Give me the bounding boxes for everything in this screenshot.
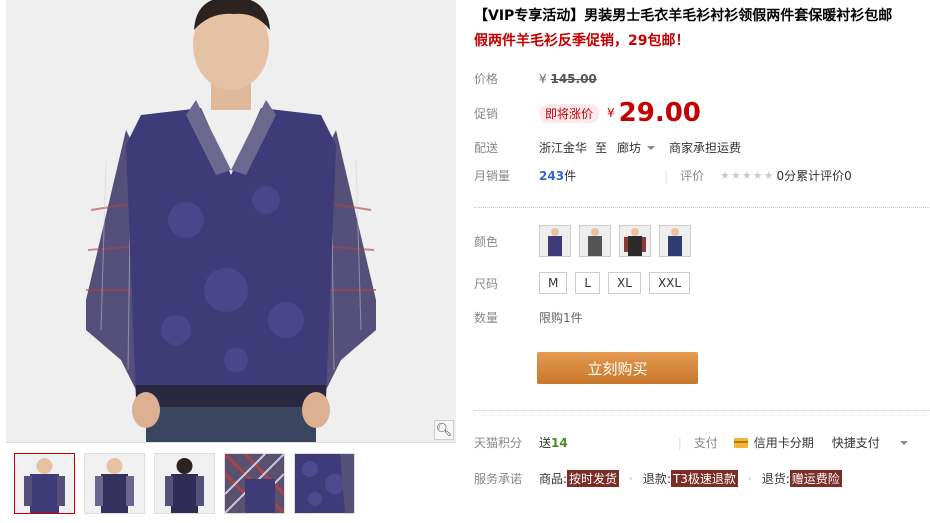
sales-row: 月销量 243 件 | 评价 ★★★★★ 0分累计评价0 xyxy=(474,167,852,184)
quantity-limit: 限购1件 xyxy=(539,311,583,325)
section-divider-2 xyxy=(474,410,930,411)
size-option-m[interactable]: M xyxy=(539,272,568,294)
quantity-label: 数量 xyxy=(474,311,499,325)
shipping-row: 配送 浙江金华 至 廊坊 商家承担运费 xyxy=(474,139,741,156)
promo-price: 29.00 xyxy=(618,98,701,128)
thumbnail-2[interactable] xyxy=(84,453,145,514)
price-row: 价格 ¥ 145.00 xyxy=(474,70,597,87)
points-value: 14 xyxy=(551,435,568,450)
destination-value: 廊坊 xyxy=(617,141,642,155)
magnifier-icon[interactable]: 🔍︎ xyxy=(434,420,454,440)
price-label: 价格 xyxy=(474,72,499,86)
credit-card-icon xyxy=(733,437,748,448)
color-row: 颜色 xyxy=(474,225,699,257)
promo-label: 促销 xyxy=(474,106,499,121)
original-price: ¥ 145.00 xyxy=(539,72,597,86)
dot-separator: · xyxy=(747,471,752,486)
service-item2[interactable]: T3极速退款 xyxy=(670,470,738,487)
size-option-xl[interactable]: XL xyxy=(608,272,641,294)
points-prefix: 送 xyxy=(539,436,552,450)
quick-pay-label: 快捷支付 xyxy=(831,436,880,450)
review-label: 评价 xyxy=(680,169,705,183)
quantity-row: 数量 限购1件 xyxy=(474,309,583,326)
service-item1[interactable]: 按时发货 xyxy=(567,470,620,487)
credit-card-installment[interactable]: 信用卡分期 xyxy=(754,434,814,451)
service-item2-prefix: 退款: xyxy=(642,472,671,486)
dot-separator: · xyxy=(629,471,633,486)
color-swatch-3[interactable] xyxy=(619,225,651,257)
thumbnail-4[interactable] xyxy=(224,453,285,514)
size-label: 尺码 xyxy=(474,276,499,291)
size-option-l[interactable]: L xyxy=(575,272,601,294)
color-label: 颜色 xyxy=(474,234,499,249)
color-swatch-2[interactable] xyxy=(579,225,611,257)
original-price-value: 145.00 xyxy=(550,71,597,86)
color-swatch-4[interactable] xyxy=(659,225,691,257)
shipping-origin: 浙江金华 xyxy=(539,141,588,155)
monthly-sales-label: 月销量 xyxy=(474,169,511,183)
service-item1-prefix: 商品: xyxy=(539,472,568,486)
points-label: 天猫积分 xyxy=(474,436,523,450)
size-row: 尺码 M L XL XXL xyxy=(474,272,698,294)
service-item3[interactable]: 赠运费险 xyxy=(789,470,842,487)
shipping-to: 至 xyxy=(595,141,608,155)
section-divider xyxy=(474,207,930,208)
promo-currency-symbol: ¥ xyxy=(607,106,615,120)
thumbnail-strip xyxy=(14,453,355,514)
main-product-image[interactable]: 🔍︎ xyxy=(6,0,456,443)
star-icon: ★★★★★ xyxy=(720,169,775,182)
product-subtitle: 假两件羊毛衫反季促销，29包邮！ xyxy=(474,33,690,49)
promo-row: 促销 即将涨价 ¥ 29.00 xyxy=(474,98,701,128)
shipping-label: 配送 xyxy=(474,141,499,155)
service-label: 服务承诺 xyxy=(474,472,523,486)
points-row: 天猫积分 送 14 | 支付 信用卡分期 快捷支付 xyxy=(474,434,908,451)
buy-now-button[interactable]: 立刻购买 xyxy=(537,352,698,384)
model-photo xyxy=(6,0,456,442)
payment-label: 支付 xyxy=(693,436,718,450)
review-summary[interactable]: 0分累计评价0 xyxy=(776,167,851,184)
chevron-down-icon xyxy=(647,145,656,150)
product-title: 【VIP专享活动】男装男士毛衣羊毛衫衬衫领假两件套保暖衬衫包邮 xyxy=(474,8,893,24)
service-item3-prefix: 退货: xyxy=(761,472,790,486)
color-swatch-1[interactable] xyxy=(539,225,571,257)
thumbnail-1[interactable] xyxy=(14,453,75,514)
monthly-sales-count: 243 xyxy=(539,168,565,183)
destination-dropdown[interactable]: 廊坊 xyxy=(617,139,656,156)
shipping-note: 商家承担运费 xyxy=(669,141,742,155)
divider: | xyxy=(677,435,682,450)
chevron-down-icon xyxy=(899,440,908,445)
thumbnail-3[interactable] xyxy=(154,453,215,514)
monthly-sales-unit: 件 xyxy=(564,169,577,183)
size-option-xxl[interactable]: XXL xyxy=(648,272,691,294)
quick-pay-dropdown[interactable]: 快捷支付 xyxy=(832,434,908,451)
thumbnail-5[interactable] xyxy=(294,453,355,514)
promo-badge: 即将涨价 xyxy=(539,103,600,123)
divider: | xyxy=(664,168,669,183)
currency-symbol: ¥ xyxy=(539,71,547,86)
service-row: 服务承诺 商品: 按时发货 · 退款: T3极速退款 · 退货: 赠运费险 xyxy=(474,470,842,487)
